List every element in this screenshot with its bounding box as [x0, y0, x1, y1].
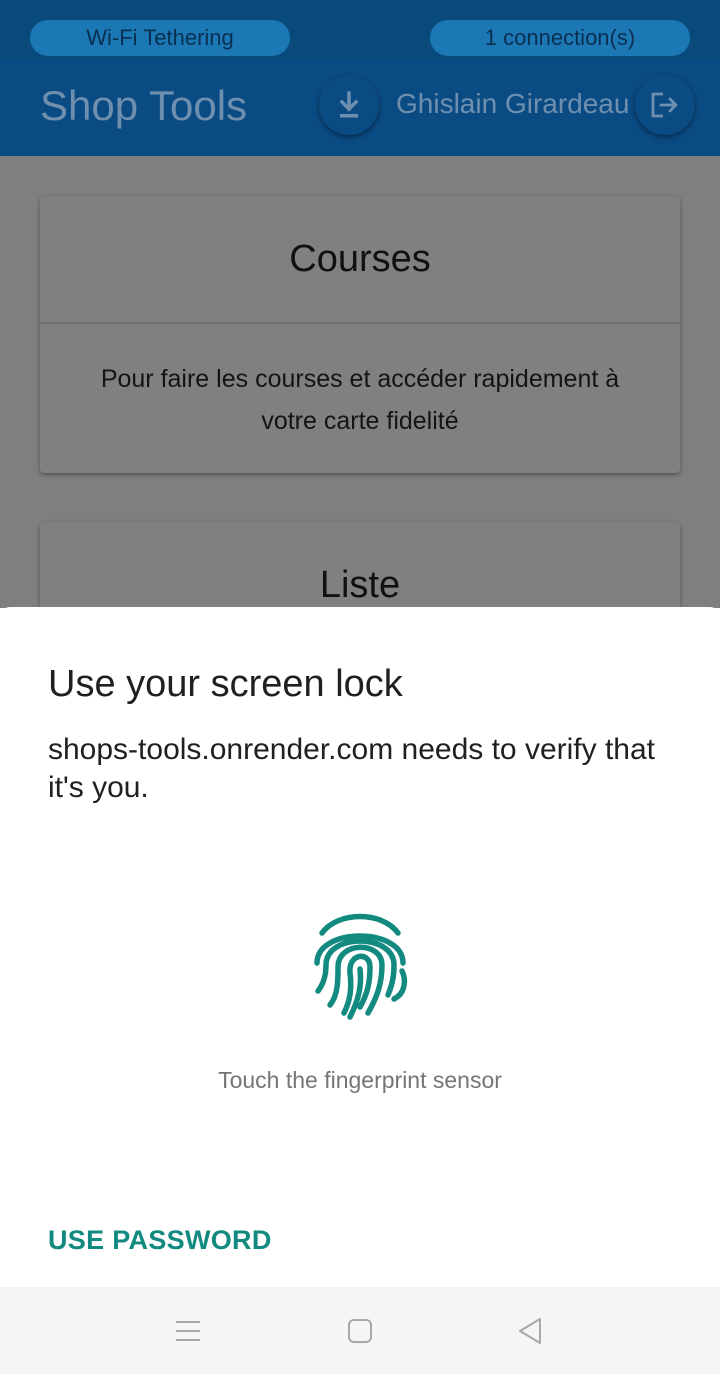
- app-title: Shop Tools: [40, 82, 248, 129]
- courses-card-description: Pour faire les courses et accéder rapide…: [100, 365, 620, 435]
- liste-card[interactable]: Liste: [40, 522, 680, 608]
- screen-lock-dialog: Use your screen lock shops-tools.onrende…: [0, 607, 720, 1287]
- back-icon: [519, 1318, 541, 1344]
- menu-button[interactable]: [173, 1316, 203, 1346]
- logout-icon: [651, 92, 678, 118]
- fingerprint-hint: Touch the fingerprint sensor: [218, 1067, 502, 1093]
- connections-pill: 1 connection(s): [430, 20, 690, 56]
- dialog-title: Use your screen lock: [48, 663, 403, 705]
- courses-card[interactable]: Courses Pour faire les courses et accéde…: [40, 196, 680, 473]
- main-content: Courses Pour faire les courses et accéde…: [0, 156, 720, 608]
- status-bar: Wi-Fi Tethering 1 connection(s): [0, 0, 720, 58]
- home-button[interactable]: [345, 1316, 375, 1346]
- logout-button[interactable]: [635, 75, 695, 135]
- home-icon: [348, 1319, 372, 1343]
- courses-card-title: Courses: [40, 196, 680, 324]
- menu-icon: [176, 1321, 200, 1341]
- app-bar: Shop Tools Ghislain Girardeau: [0, 58, 720, 156]
- user-name: Ghislain Girardeau: [396, 88, 630, 119]
- dialog-subtitle: shops-tools.onrender.com needs to verify…: [48, 733, 656, 804]
- use-password-button[interactable]: USE PASSWORD: [48, 1225, 272, 1256]
- navigation-bar: [0, 1287, 720, 1374]
- back-button[interactable]: [515, 1316, 545, 1346]
- fingerprint-icon[interactable]: [310, 909, 410, 1021]
- download-icon: [339, 91, 359, 118]
- liste-card-title: Liste: [319, 563, 401, 606]
- wifi-tethering-pill: Wi-Fi Tethering: [30, 20, 290, 56]
- download-button[interactable]: [319, 75, 379, 135]
